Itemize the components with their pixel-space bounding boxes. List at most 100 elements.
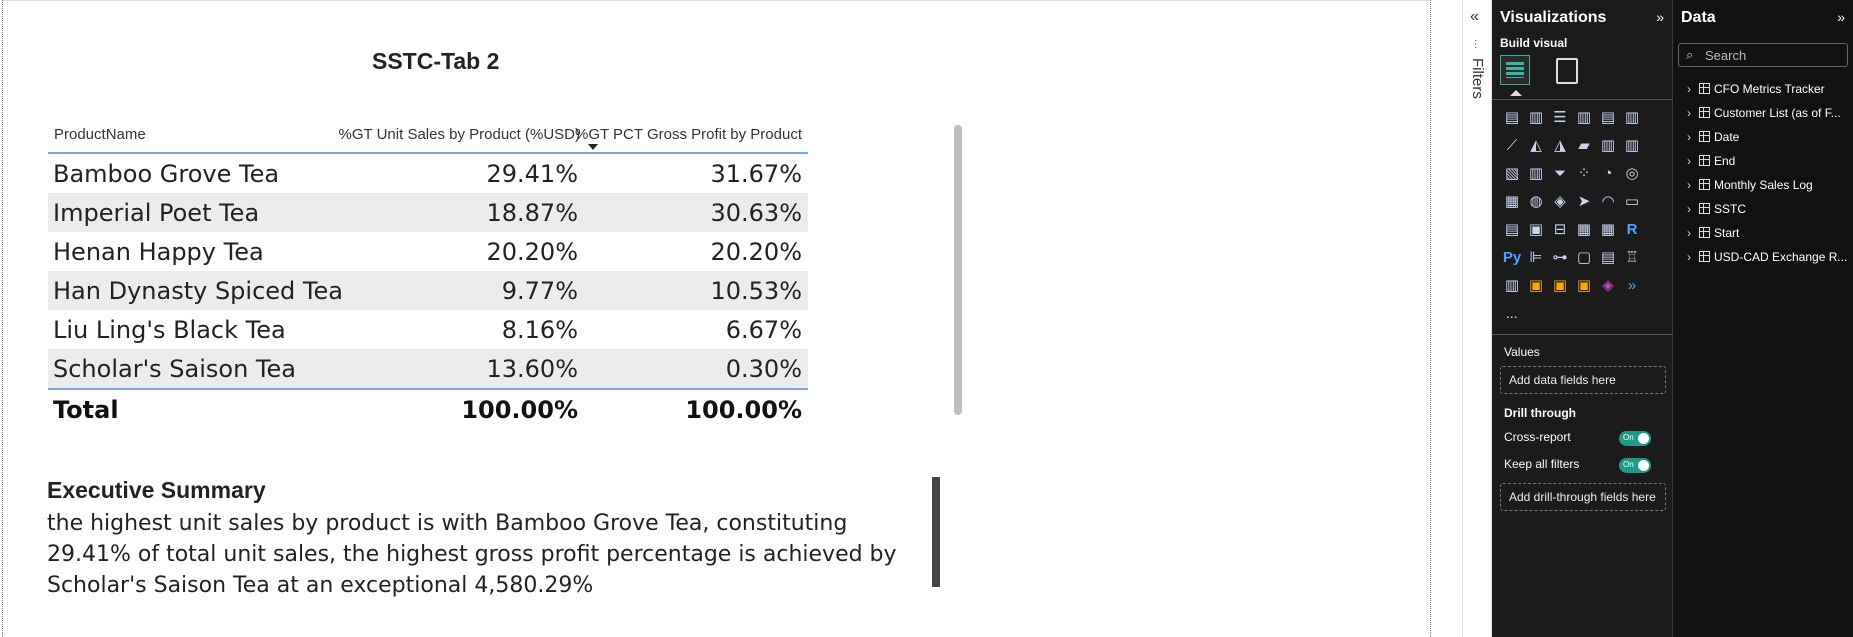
table-name: End bbox=[1714, 154, 1736, 168]
cell-product-name: Henan Happy Tea bbox=[53, 238, 264, 266]
data-table-item[interactable]: › SSTC bbox=[1687, 202, 1746, 216]
decomposition-tree-icon[interactable]: ⊶ bbox=[1550, 248, 1570, 268]
cell-product-name: Han Dynasty Spiced Tea bbox=[53, 277, 343, 305]
cell-product-name: Liu Ling's Black Tea bbox=[53, 316, 286, 344]
area-chart-icon[interactable]: ◭ bbox=[1526, 136, 1546, 156]
cell-gross-profit: 30.63% bbox=[710, 199, 802, 227]
column-header-unit-sales[interactable]: %GT Unit Sales by Product (%USD) bbox=[339, 126, 580, 143]
table-icon bbox=[1699, 131, 1710, 142]
scatter-chart-icon[interactable]: ⁘ bbox=[1574, 164, 1594, 184]
values-drop-zone[interactable]: Add data fields here bbox=[1500, 366, 1666, 394]
table-row[interactable]: Liu Ling's Black Tea 8.16% 6.67% bbox=[48, 310, 808, 349]
canvas-top-edge bbox=[2, 0, 1430, 1]
slicer-icon[interactable]: ⊟ bbox=[1550, 220, 1570, 240]
data-table-item[interactable]: › Customer List (as of F... bbox=[1687, 106, 1841, 120]
search-input[interactable] bbox=[1705, 46, 1845, 64]
sort-descending-icon[interactable] bbox=[588, 144, 598, 150]
multi-row-card-icon[interactable]: ▤ bbox=[1502, 220, 1522, 240]
100-stacked-area-icon[interactable]: ▰ bbox=[1574, 136, 1594, 156]
collapse-icon[interactable]: « bbox=[1470, 8, 1479, 26]
100-stacked-bar-icon[interactable]: ▤ bbox=[1598, 108, 1618, 128]
table-row[interactable]: Han Dynasty Spiced Tea 9.77% 10.53% bbox=[48, 271, 808, 310]
pie-chart-icon[interactable]: ◔ bbox=[1598, 164, 1618, 184]
qna-icon[interactable]: ▢ bbox=[1574, 248, 1594, 268]
chevron-right-icon[interactable]: › bbox=[1687, 154, 1697, 168]
drill-through-label: Drill through bbox=[1504, 406, 1576, 420]
cell-unit-sales: 13.60% bbox=[486, 355, 578, 383]
gauge-icon[interactable]: ◠ bbox=[1598, 192, 1618, 212]
waterfall-chart-icon[interactable]: ▥ bbox=[1526, 164, 1546, 184]
drill-through-drop-zone[interactable]: Add drill-through fields here bbox=[1500, 483, 1666, 511]
chevron-right-icon[interactable]: › bbox=[1687, 202, 1697, 216]
line-chart-icon[interactable]: ⟋ bbox=[1502, 136, 1522, 156]
chevron-right-icon[interactable]: › bbox=[1687, 226, 1697, 240]
column-header-gross-profit[interactable]: %GT PCT Gross Profit by Product bbox=[575, 126, 802, 143]
key-influencers-icon[interactable]: ⊫ bbox=[1526, 248, 1546, 268]
power-automate-logo-icon[interactable]: » bbox=[1622, 276, 1642, 296]
stacked-area-icon[interactable]: ◮ bbox=[1550, 136, 1570, 156]
smart-narrative-icon[interactable]: ▤ bbox=[1598, 248, 1618, 268]
matrix-table[interactable]: ProductName %GT Unit Sales by Product (%… bbox=[48, 118, 808, 430]
filled-map-icon[interactable]: ◈ bbox=[1550, 192, 1570, 212]
toggle-state: On bbox=[1623, 460, 1634, 469]
clustered-column-chart-icon[interactable]: ▥ bbox=[1574, 108, 1594, 128]
paginated-report-icon[interactable]: ▥ bbox=[1502, 276, 1522, 296]
data-table-item[interactable]: › Monthly Sales Log bbox=[1687, 178, 1813, 192]
stacked-column-chart-icon[interactable]: ▥ bbox=[1526, 108, 1546, 128]
power-apps-logo-icon[interactable]: ◈ bbox=[1598, 276, 1618, 296]
table-icon[interactable]: ▦ bbox=[1574, 220, 1594, 240]
filters-pane[interactable]: « ⫶ Filters bbox=[1462, 0, 1492, 637]
data-table-item[interactable]: › CFO Metrics Tracker bbox=[1687, 82, 1825, 96]
data-search-box[interactable]: ⌕ bbox=[1678, 43, 1848, 67]
table-row[interactable]: Imperial Poet Tea 18.87% 30.63% bbox=[48, 193, 808, 232]
expand-icon[interactable]: » bbox=[1656, 9, 1664, 25]
table-scrollbar[interactable] bbox=[954, 125, 962, 415]
power-apps-icon[interactable]: ▣ bbox=[1526, 276, 1546, 296]
data-table-item[interactable]: › USD-CAD Exchange R... bbox=[1687, 250, 1847, 264]
chevron-right-icon[interactable]: › bbox=[1687, 178, 1697, 192]
cell-gross-profit: 10.53% bbox=[710, 277, 802, 305]
100-stacked-column-icon[interactable]: ▥ bbox=[1622, 108, 1642, 128]
chevron-right-icon[interactable]: › bbox=[1687, 250, 1697, 264]
kpi-icon[interactable]: ▣ bbox=[1526, 220, 1546, 240]
clustered-bar-chart-icon[interactable]: ☰ bbox=[1550, 108, 1570, 128]
r-visual-icon[interactable]: R bbox=[1622, 220, 1642, 240]
column-header-productname[interactable]: ProductName bbox=[54, 126, 146, 143]
funnel-chart-icon[interactable]: ⏷ bbox=[1550, 164, 1570, 184]
data-pane: Data » ⌕ › CFO Metrics Tracker › Customer … bbox=[1673, 0, 1853, 637]
table-icon bbox=[1699, 251, 1710, 262]
data-table-item[interactable]: › End bbox=[1687, 154, 1735, 168]
metrics-trophy-icon[interactable]: ♖ bbox=[1622, 248, 1642, 268]
arcgis-icon[interactable]: ▣ bbox=[1574, 276, 1594, 296]
more-visuals-icon[interactable]: ... bbox=[1506, 305, 1518, 321]
line-column-chart-icon[interactable]: ▥ bbox=[1598, 136, 1618, 156]
donut-chart-icon[interactable]: ◎ bbox=[1622, 164, 1642, 184]
chevron-right-icon[interactable]: › bbox=[1687, 130, 1697, 144]
stacked-bar-chart-icon[interactable]: ▤ bbox=[1502, 108, 1522, 128]
power-automate-icon[interactable]: ▣ bbox=[1550, 276, 1570, 296]
search-icon: ⌕ bbox=[1686, 47, 1694, 62]
cross-report-toggle[interactable]: On bbox=[1619, 431, 1651, 446]
expand-icon[interactable]: » bbox=[1837, 9, 1845, 25]
keep-all-filters-toggle[interactable]: On bbox=[1619, 458, 1651, 473]
filters-label[interactable]: Filters bbox=[1469, 58, 1486, 99]
chevron-right-icon[interactable]: › bbox=[1687, 106, 1697, 120]
summary-scrollbar[interactable] bbox=[932, 477, 940, 587]
matrix-icon[interactable]: ▦ bbox=[1598, 220, 1618, 240]
data-table-item[interactable]: › Date bbox=[1687, 130, 1739, 144]
line-clustered-column-icon[interactable]: ▥ bbox=[1622, 136, 1642, 156]
card-icon[interactable]: ▭ bbox=[1622, 192, 1642, 212]
python-visual-icon[interactable]: Py bbox=[1502, 248, 1522, 268]
treemap-icon[interactable]: ▦ bbox=[1502, 192, 1522, 212]
table-row[interactable]: Scholar's Saison Tea 13.60% 0.30% bbox=[48, 349, 808, 388]
table-row[interactable]: Henan Happy Tea 20.20% 20.20% bbox=[48, 232, 808, 271]
build-visual-table-icon[interactable] bbox=[1500, 55, 1530, 85]
ribbon-chart-icon[interactable]: ▧ bbox=[1502, 164, 1522, 184]
azure-map-icon[interactable]: ➤ bbox=[1574, 192, 1594, 212]
table-name: USD-CAD Exchange R... bbox=[1714, 250, 1848, 264]
table-row[interactable]: Bamboo Grove Tea 29.41% 31.67% bbox=[48, 154, 808, 193]
data-table-item[interactable]: › Start bbox=[1687, 226, 1739, 240]
format-visual-icon[interactable] bbox=[1556, 58, 1578, 84]
map-icon[interactable]: ◍ bbox=[1526, 192, 1546, 212]
chevron-right-icon[interactable]: › bbox=[1687, 82, 1697, 96]
